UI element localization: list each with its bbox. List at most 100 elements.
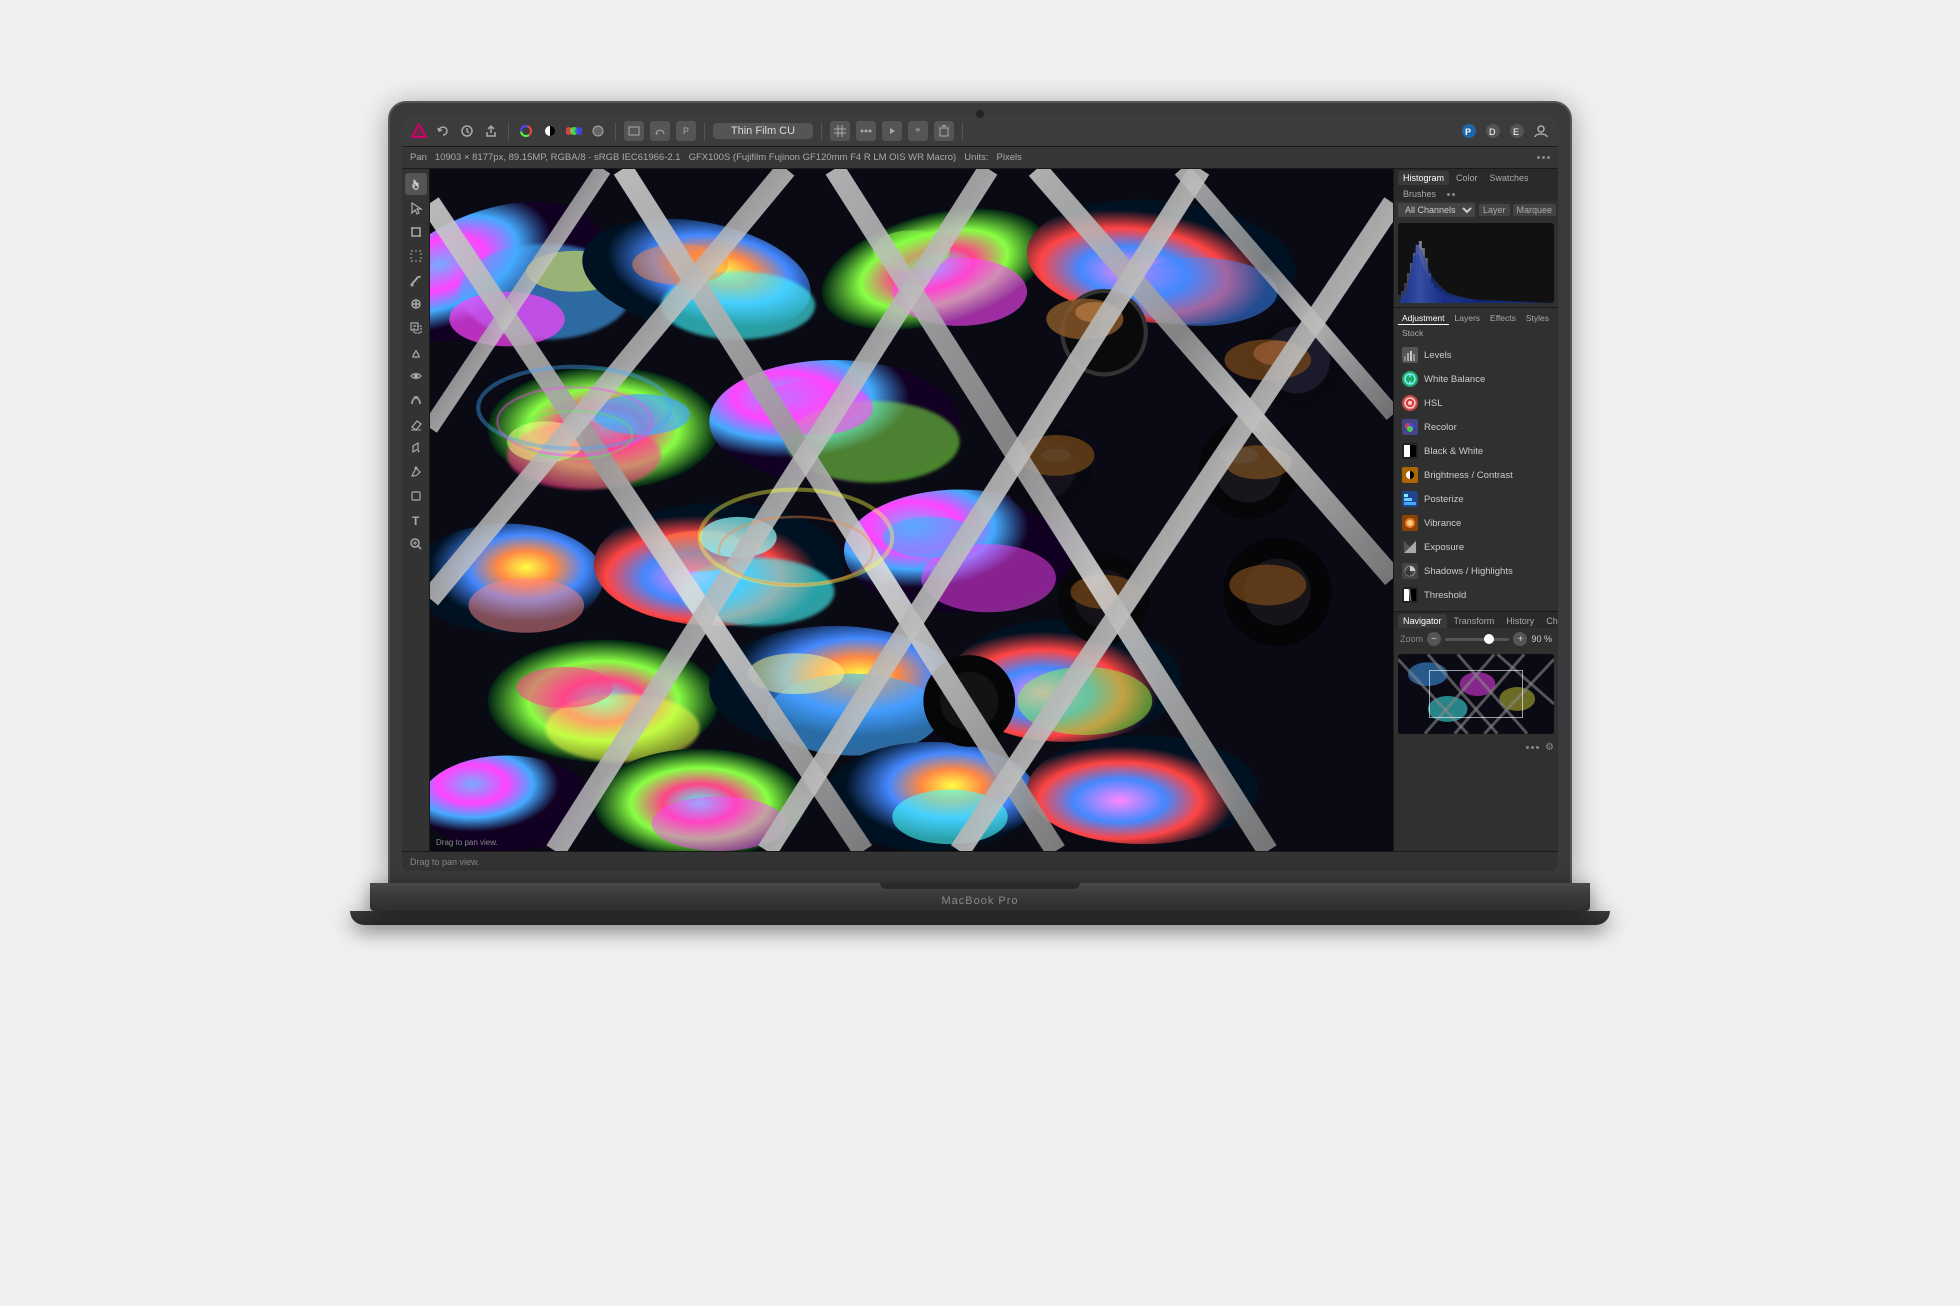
dot-2	[1542, 156, 1545, 159]
zoom-slider[interactable]	[1445, 638, 1509, 641]
pen-tool[interactable]	[405, 461, 427, 483]
macbook-wrapper: P Thin Film CU	[320, 103, 1640, 1203]
threshold-label: Threshold	[1424, 590, 1466, 601]
paint-brush-tool[interactable]	[405, 269, 427, 291]
macbook-foot	[350, 911, 1610, 925]
red-eye-tool[interactable]	[405, 365, 427, 387]
exposure-icon[interactable]	[541, 122, 559, 140]
adj-item-recolor[interactable]: Recolor	[1398, 415, 1554, 439]
frame-view-btn[interactable]	[624, 121, 644, 141]
macbook-lid: P Thin Film CU	[390, 103, 1570, 883]
adj-tab-adjustment[interactable]: Adjustment	[1398, 312, 1449, 325]
white-balance-label: White Balance	[1424, 374, 1485, 385]
rotate-left-icon[interactable]	[434, 122, 452, 140]
user-icon[interactable]	[1532, 122, 1550, 140]
macbook-brand: MacBook Pro	[941, 895, 1018, 907]
arrow-toolbar-btn[interactable]	[882, 121, 902, 141]
exposure-label: Exposure	[1424, 542, 1464, 553]
nav-bottom-dots[interactable]	[1526, 742, 1539, 753]
tab-color[interactable]: Color	[1451, 171, 1483, 185]
zoom-plus-btn[interactable]: +	[1513, 632, 1527, 646]
adj-item-exposure[interactable]: Exposure	[1398, 535, 1554, 559]
nav-preview-rect	[1429, 670, 1523, 718]
tab-histogram[interactable]: Histogram	[1398, 171, 1449, 185]
adj-tab-styles[interactable]: Styles	[1522, 312, 1553, 325]
info-bar: Pan 10903 × 8177px, 89.15MP, RGBA/8 · sR…	[402, 147, 1558, 169]
histogram-menu[interactable]	[1447, 187, 1455, 201]
color-multi-icon[interactable]	[565, 122, 583, 140]
wand-btn[interactable]: ⌖	[908, 121, 928, 141]
adj-tab-effects[interactable]: Effects	[1486, 312, 1520, 325]
share-icon[interactable]	[482, 122, 500, 140]
affinity-logo-icon[interactable]	[410, 122, 428, 140]
shape-tool[interactable]	[405, 485, 427, 507]
toolbar-sep-3	[704, 122, 705, 140]
personas-icon-3[interactable]: E	[1508, 122, 1526, 140]
adj-item-hsl[interactable]: HSL	[1398, 391, 1554, 415]
selection-brush-tool[interactable]	[405, 245, 427, 267]
healing-tool[interactable]	[405, 293, 427, 315]
adj-item-brightness-contrast[interactable]: Brightness / Contrast	[1398, 463, 1554, 487]
layer-btn[interactable]: Layer	[1479, 204, 1510, 216]
info-bar-menu[interactable]	[1537, 156, 1550, 159]
liquify-tool[interactable]	[405, 389, 427, 411]
crop-tool[interactable]	[405, 221, 427, 243]
adj-tab-stock[interactable]: Stock	[1398, 327, 1427, 339]
tab-history[interactable]: History	[1501, 614, 1539, 628]
document-title-field[interactable]: Thin Film CU	[713, 123, 813, 139]
history-icon[interactable]	[458, 122, 476, 140]
zoom-tool[interactable]	[405, 533, 427, 555]
erase-tool[interactable]	[405, 413, 427, 435]
toolbar-sep-4	[821, 122, 822, 140]
adj-item-posterize[interactable]: Posterize	[1398, 487, 1554, 511]
mask-btn[interactable]: P	[676, 121, 696, 141]
fill-tool[interactable]	[405, 437, 427, 459]
adj-item-threshold[interactable]: Threshold	[1398, 583, 1554, 607]
levels-label: Levels	[1424, 350, 1451, 361]
dots-btn[interactable]	[856, 121, 876, 141]
channel-row: All Channels Layer Marquee	[1394, 201, 1558, 219]
app-container: P Thin Film CU	[402, 115, 1558, 871]
select-tool[interactable]	[405, 197, 427, 219]
personas-icon-2[interactable]: D	[1484, 122, 1502, 140]
posterize-label: Posterize	[1424, 494, 1464, 505]
lasso-btn[interactable]	[650, 121, 670, 141]
settings-icon[interactable]: ⚙	[1545, 742, 1554, 753]
adj-tab-layers[interactable]: Layers	[1451, 312, 1485, 325]
zoom-minus-btn[interactable]: −	[1427, 632, 1441, 646]
hand-tool[interactable]	[405, 173, 427, 195]
tab-channels[interactable]: Channels	[1541, 614, 1558, 628]
grid-icon[interactable]	[830, 121, 850, 141]
tab-transform[interactable]: Transform	[1449, 614, 1500, 628]
clone-tool[interactable]	[405, 317, 427, 339]
trash-toolbar-btn[interactable]	[934, 121, 954, 141]
dodge-burn-tool[interactable]	[405, 341, 427, 363]
nav-preview[interactable]	[1398, 654, 1554, 734]
bottom-bar: Drag to pan view.	[402, 851, 1558, 871]
adj-item-shadows-highlights[interactable]: Shadows / Highlights	[1398, 559, 1554, 583]
units-value: Pixels	[997, 152, 1022, 163]
adj-item-levels[interactable]: Levels	[1398, 343, 1554, 367]
circle-btn-icon[interactable]	[589, 122, 607, 140]
histogram-area	[1398, 223, 1554, 303]
black-white-label: Black & White	[1424, 446, 1483, 457]
color-wheel-icon[interactable]	[517, 122, 535, 140]
svg-text:T: T	[412, 514, 420, 527]
marquee-btn[interactable]: Marquee	[1513, 204, 1557, 216]
brightness-contrast-label: Brightness / Contrast	[1424, 470, 1513, 481]
adj-item-vibrance[interactable]: Vibrance	[1398, 511, 1554, 535]
canvas-area[interactable]: Drag to pan view.	[430, 169, 1393, 851]
dot-1	[1537, 156, 1540, 159]
personas-icon-1[interactable]: P	[1460, 122, 1478, 140]
tab-navigator[interactable]: Navigator	[1398, 614, 1447, 628]
shadows-highlights-label: Shadows / Highlights	[1424, 566, 1513, 577]
tab-brushes[interactable]: Brushes	[1398, 187, 1441, 201]
text-tool[interactable]: T	[405, 509, 427, 531]
adj-item-black-white[interactable]: Black & White	[1398, 439, 1554, 463]
histogram-section: Histogram Color Swatches Brushes	[1394, 169, 1558, 308]
adj-item-white-balance[interactable]: White Balance	[1398, 367, 1554, 391]
zoom-value: 90 %	[1531, 634, 1552, 644]
tab-swatches[interactable]: Swatches	[1485, 171, 1534, 185]
zoom-thumb	[1484, 634, 1494, 644]
channel-select[interactable]: All Channels	[1398, 203, 1475, 217]
